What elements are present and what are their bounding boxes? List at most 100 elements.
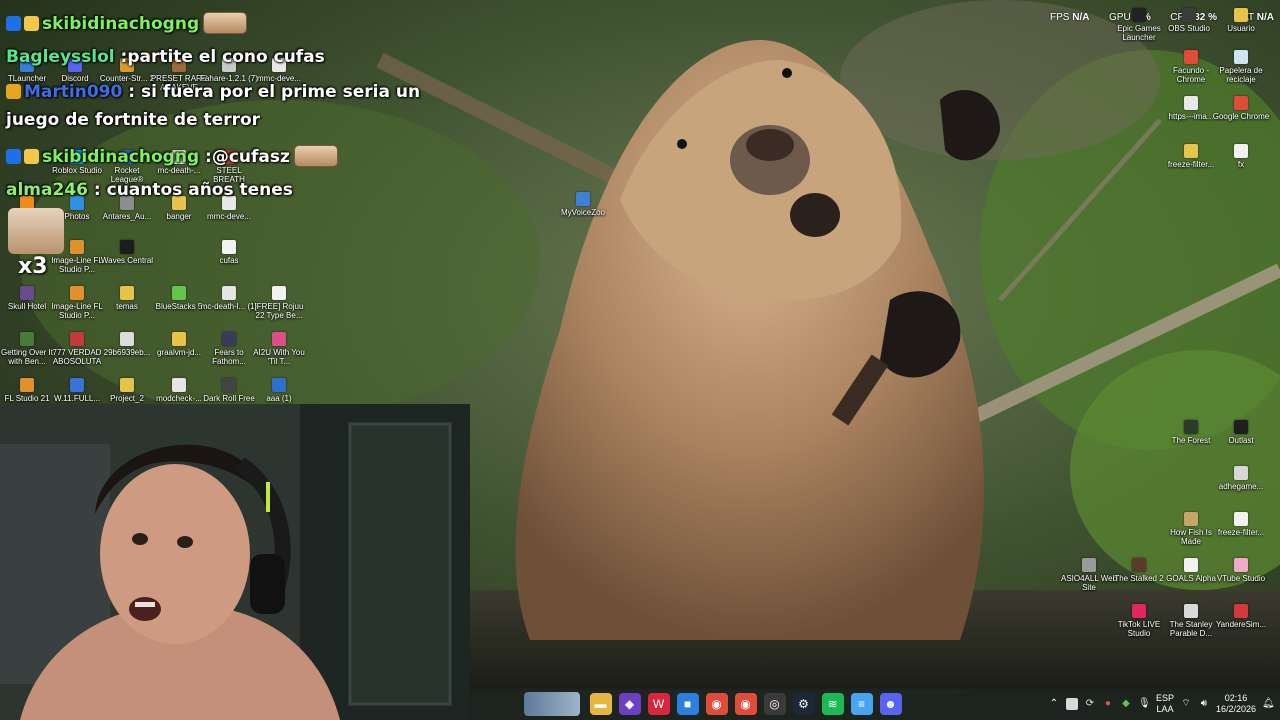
desktop-icon[interactable]: Papelera de reciclaje — [1214, 50, 1268, 84]
spotify-icon[interactable]: ≋ — [821, 693, 844, 715]
desktop-icon[interactable]: https---ima... — [1164, 96, 1218, 121]
tray-sync-icon[interactable]: ⟳ — [1084, 698, 1096, 710]
fps-stat: FPS N/A — [1050, 12, 1090, 23]
taskbar-widget-weather[interactable] — [524, 692, 580, 716]
app-icon — [70, 378, 84, 392]
desktop-icon-label: 29b6939eb... — [103, 348, 151, 357]
desktop-icon[interactable]: cufas — [202, 240, 256, 265]
desktop-icon[interactable]: Image-Line FL Studio P... — [50, 286, 104, 320]
desktop-icon[interactable]: W.11.FULL... — [50, 378, 104, 403]
desktop-icon[interactable]: TikTok LIVE Studio — [1112, 604, 1166, 638]
desktop-icon-label: Papelera de reciclaje — [1219, 66, 1263, 84]
wifi-icon[interactable]: ⌔ — [1180, 698, 1192, 710]
desktop-icon[interactable]: Fears to Fathom... — [202, 332, 256, 366]
clock-date: 16/2/2026 — [1215, 704, 1256, 714]
desktop-icon[interactable]: How Fish Is Made — [1164, 512, 1218, 546]
desktop-icon[interactable]: Google Chrome — [1213, 96, 1269, 121]
desktop-icon[interactable]: adhegame... — [1214, 466, 1268, 491]
clock[interactable]: 02:16 16/2/2026 — [1216, 693, 1256, 715]
chat-avatar-emote — [8, 208, 64, 254]
app-icon — [172, 378, 186, 392]
app-icon — [70, 240, 84, 254]
desktop-icon[interactable]: temas — [100, 286, 154, 311]
chat-text: :partite el cono cufas — [114, 47, 325, 67]
app-icon — [1132, 558, 1146, 572]
chat-username: Bagleysslol — [6, 47, 115, 67]
chrome-profile-icon[interactable]: ◉ — [734, 693, 757, 715]
tray-app-icon[interactable] — [1065, 698, 1078, 710]
desktop-icon[interactable]: freeze-filter... — [1164, 144, 1218, 169]
desktop-icon[interactable]: modcheck-... — [152, 378, 206, 403]
desktop-icon-label: freeze-filter... — [1217, 528, 1265, 537]
app-icon — [222, 332, 236, 346]
file-explorer-icon[interactable]: ▬ — [589, 693, 612, 715]
desktop-icon[interactable]: 29b6939eb... — [100, 332, 154, 357]
chat-text: : cuantos años tenes — [87, 180, 293, 200]
tray-gpu-icon[interactable]: ◆ — [1120, 698, 1132, 710]
desktop-icon[interactable]: Project_2 — [100, 378, 154, 403]
app-icon — [172, 332, 186, 346]
steam-icon[interactable]: ⚙ — [792, 693, 815, 715]
desktop-icon[interactable]: mc-death-l... (1) — [201, 286, 257, 311]
webcam-feed — [0, 404, 470, 720]
notification-bell-icon[interactable]: 🔔︎ — [1262, 698, 1275, 710]
visual-studio-icon[interactable]: ◆ — [618, 693, 641, 715]
chat-text: :@cufasz — [199, 147, 290, 167]
desktop-icon[interactable]: OBS Studio — [1162, 8, 1216, 33]
desktop-icon[interactable]: FL Studio 21 — [0, 378, 54, 403]
chat-emote-icon — [293, 145, 338, 167]
chrome-icon[interactable]: ◉ — [705, 693, 728, 715]
desktop-icon-label: AI2U With You 'Til T... — [253, 348, 305, 366]
desktop-icon-label: The Stalked 2 — [1114, 574, 1164, 583]
desktop-icon[interactable]: 777 VERDAD ABOSOLUTA — [50, 332, 104, 366]
app-icon — [1234, 558, 1248, 572]
desktop-icon[interactable]: Waves Central — [100, 240, 154, 265]
volume-icon[interactable]: 🔊︎ — [1198, 698, 1210, 710]
desktop-icon[interactable]: Usuario — [1214, 8, 1268, 33]
obs-icon[interactable]: ◎ — [763, 693, 786, 715]
desktop-icon[interactable]: Epic Games Launcher — [1112, 8, 1166, 42]
tray-security-icon[interactable]: ● — [1102, 698, 1114, 710]
app-icon — [1234, 96, 1248, 110]
desktop-icon[interactable]: MyVoiceZoo — [556, 192, 610, 217]
app-icon — [272, 378, 286, 392]
desktop-icon[interactable]: BlueStacks 5 — [152, 286, 206, 311]
desktop-icon[interactable]: The Stanley Parable D... — [1164, 604, 1218, 638]
desktop-icon[interactable]: ASIO4ALL Web Site — [1061, 558, 1117, 592]
input-language-indicator[interactable]: ESP LAA — [1156, 693, 1174, 715]
desktop-icon-label: Project_2 — [110, 394, 144, 403]
chat-username: Martin090 — [24, 82, 123, 102]
taskbar-app-list: ▬ ◆ W ■ ◉ ◉ ◎ ⚙ ≋ ≡ ☻ — [586, 693, 905, 715]
desktop-icon[interactable]: GOALS Alpha — [1164, 558, 1218, 583]
app-icon — [1234, 420, 1248, 434]
desktop-icon-label: Waves Central — [100, 256, 154, 265]
desktop-icon[interactable]: The Forest — [1164, 420, 1218, 445]
app-icon — [1234, 8, 1248, 22]
desktop-icon[interactable]: aaa (1) — [252, 378, 306, 403]
desktop-icon[interactable]: Dark Roll Free — [202, 378, 256, 403]
app-icon — [120, 286, 134, 300]
desktop-icon[interactable]: [FREE] Rojuu 22 Type Be... — [252, 286, 306, 320]
chat-badge-icon — [6, 16, 21, 31]
desktop-icon[interactable]: fx — [1214, 144, 1268, 169]
desktop-icon[interactable]: Skull Hotel — [0, 286, 54, 311]
desktop-icon[interactable]: graalvm-jd... — [152, 332, 206, 357]
desktop-icon[interactable]: YandereSim... — [1214, 604, 1268, 629]
wps-office-icon[interactable]: W — [647, 693, 670, 715]
app-icon — [1184, 604, 1198, 618]
notepad-icon[interactable]: ≡ — [850, 693, 873, 715]
desktop-icon[interactable]: Facundo - Chrome — [1164, 50, 1218, 84]
desktop-icon[interactable]: freeze-filter... — [1214, 512, 1268, 537]
discord-icon[interactable]: ☻ — [879, 693, 902, 715]
desktop-icon[interactable]: AI2U With You 'Til T... — [252, 332, 306, 366]
desktop-icon[interactable]: The Stalked 2 — [1112, 558, 1166, 583]
desktop-icon[interactable]: VTube Studio — [1214, 558, 1268, 583]
chat-message: juego de fortnite de terror — [6, 110, 260, 130]
app-icon — [1132, 604, 1146, 618]
desktop-icon[interactable]: Outlast — [1214, 420, 1268, 445]
desktop-icon-label: TikTok LIVE Studio — [1117, 620, 1161, 638]
microphone-icon[interactable]: 🎙︎ — [1138, 698, 1151, 710]
desktop-icon[interactable]: Getting Over It with Ben... — [0, 332, 54, 366]
microsoft-store-icon[interactable]: ■ — [676, 693, 699, 715]
chevron-up-icon[interactable]: ⌃ — [1048, 698, 1060, 710]
